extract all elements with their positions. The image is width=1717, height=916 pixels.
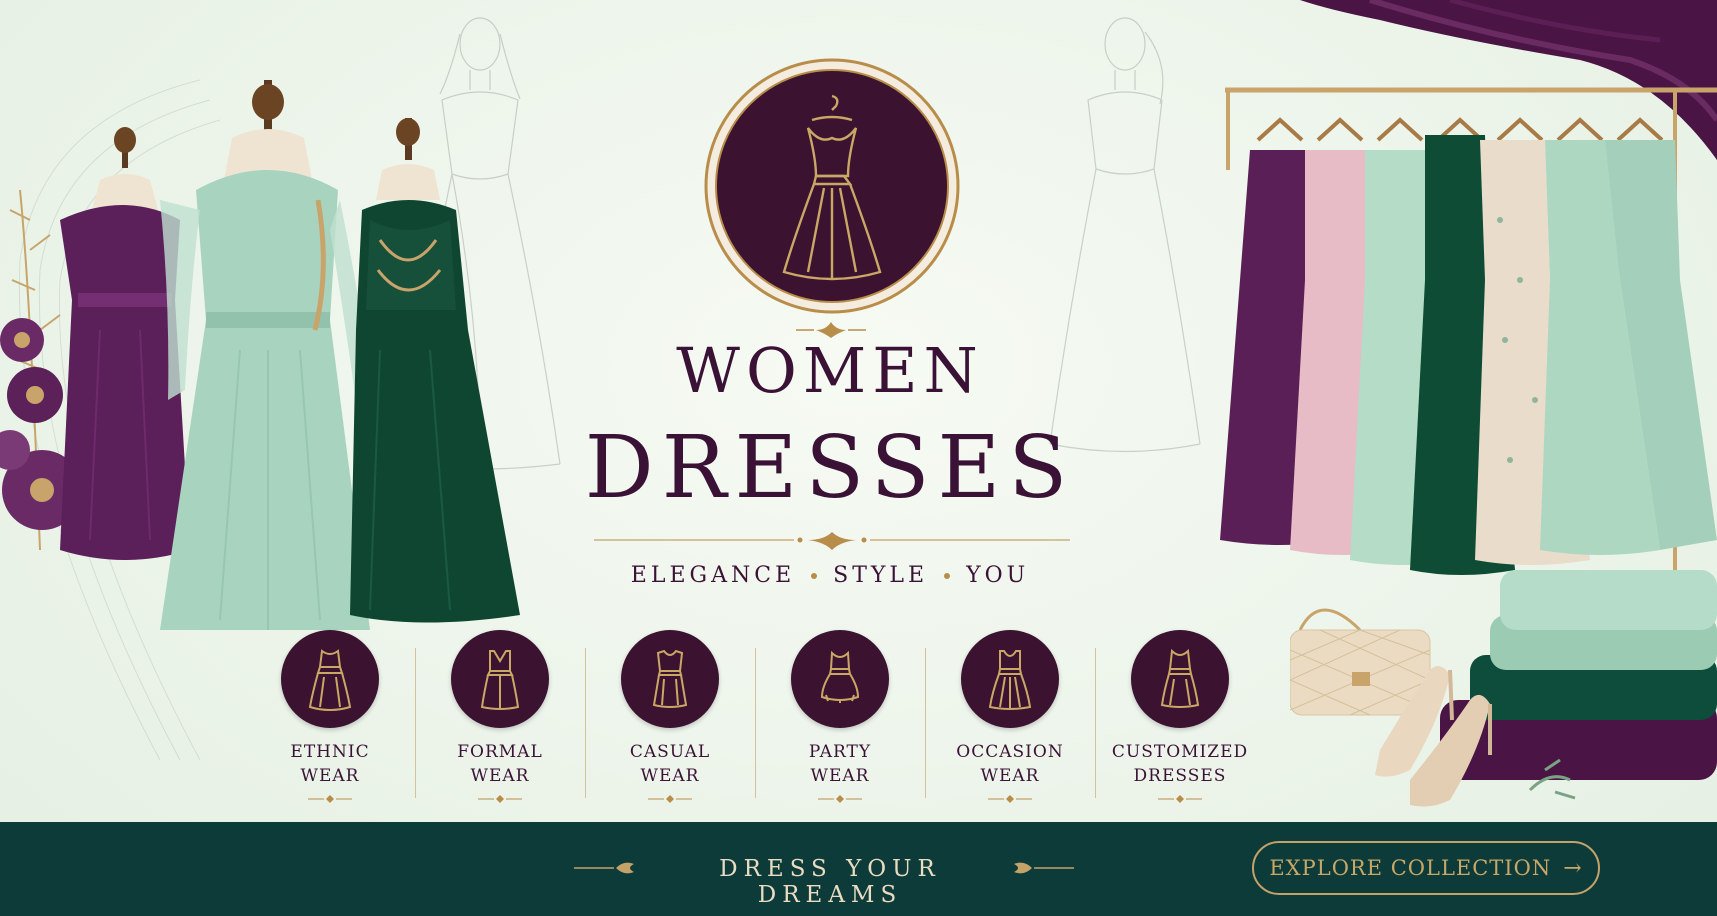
category-label-line1: OCCASION bbox=[956, 742, 1064, 762]
category-label-line1: ETHNIC bbox=[290, 742, 370, 762]
occasion-dress-icon bbox=[961, 630, 1059, 728]
tagline-dot bbox=[944, 573, 951, 579]
formal-dress-icon bbox=[451, 630, 549, 728]
explore-button-label: EXPLORE COLLECTION bbox=[1269, 856, 1552, 880]
banner-page: WOMEN DRESSES ELEGANCE STYLE YOU ETHNIC … bbox=[0, 0, 1717, 916]
category-ornament bbox=[818, 795, 862, 803]
footer-ornament-right bbox=[1014, 862, 1074, 874]
category-label-line2: WEAR bbox=[470, 766, 530, 786]
tagline-dot bbox=[811, 573, 818, 579]
category-label-line2: WEAR bbox=[640, 766, 700, 786]
mannequin-display bbox=[0, 80, 520, 630]
category-ornament bbox=[988, 795, 1032, 803]
ethnic-dress-icon bbox=[281, 630, 379, 728]
category-ornament bbox=[1158, 795, 1202, 803]
category-ornament bbox=[308, 795, 352, 803]
arrow-right-icon: → bbox=[1563, 855, 1583, 881]
tagline-word-2: STYLE bbox=[833, 563, 929, 588]
category-label-line2: DRESSES bbox=[1133, 766, 1227, 786]
title-divider bbox=[594, 532, 1070, 550]
page-title-line1: WOMEN bbox=[676, 334, 984, 407]
page-title-line2: DRESSES bbox=[584, 418, 1076, 518]
category-label-line1: PARTY bbox=[808, 742, 872, 762]
tagline-word-1: ELEGANCE bbox=[630, 563, 796, 588]
category-label-line2: WEAR bbox=[300, 766, 360, 786]
category-list: ETHNIC WEAR FORMAL WEAR CASUAL WEAR PARTY WE… bbox=[245, 630, 1265, 803]
category-party-wear[interactable]: PARTY WEAR bbox=[755, 630, 925, 803]
category-label-line1: CASUAL bbox=[629, 742, 711, 762]
category-ornament bbox=[478, 795, 522, 803]
category-formal-wear[interactable]: FORMAL WEAR bbox=[415, 630, 585, 803]
party-dress-icon bbox=[791, 630, 889, 728]
explore-collection-button[interactable]: EXPLORE COLLECTION → bbox=[1252, 841, 1600, 895]
category-ornament bbox=[648, 795, 692, 803]
clothing-rack bbox=[1220, 87, 1717, 580]
tagline-word-3: YOU bbox=[966, 563, 1030, 588]
customized-dress-icon bbox=[1131, 630, 1229, 728]
category-ethnic-wear[interactable]: ETHNIC WEAR bbox=[245, 630, 415, 803]
footer-slogan: DRESS YOUR DREAMS bbox=[719, 856, 941, 908]
category-casual-wear[interactable]: CASUAL WEAR bbox=[585, 630, 755, 803]
category-label-line2: WEAR bbox=[810, 766, 870, 786]
footer-ornament-left bbox=[574, 862, 634, 874]
accessories-display bbox=[1290, 570, 1717, 807]
dress-emblem-icon bbox=[704, 58, 960, 314]
category-label-line1: FORMAL bbox=[457, 742, 543, 762]
tagline: ELEGANCE STYLE YOU bbox=[560, 563, 1100, 588]
category-occasion-wear[interactable]: OCCASION WEAR bbox=[925, 630, 1095, 803]
category-customized-dresses[interactable]: CUSTOMIZED DRESSES bbox=[1095, 630, 1265, 803]
category-label-line2: WEAR bbox=[980, 766, 1040, 786]
casual-dress-icon bbox=[621, 630, 719, 728]
category-label-line1: CUSTOMIZED bbox=[1111, 742, 1249, 762]
